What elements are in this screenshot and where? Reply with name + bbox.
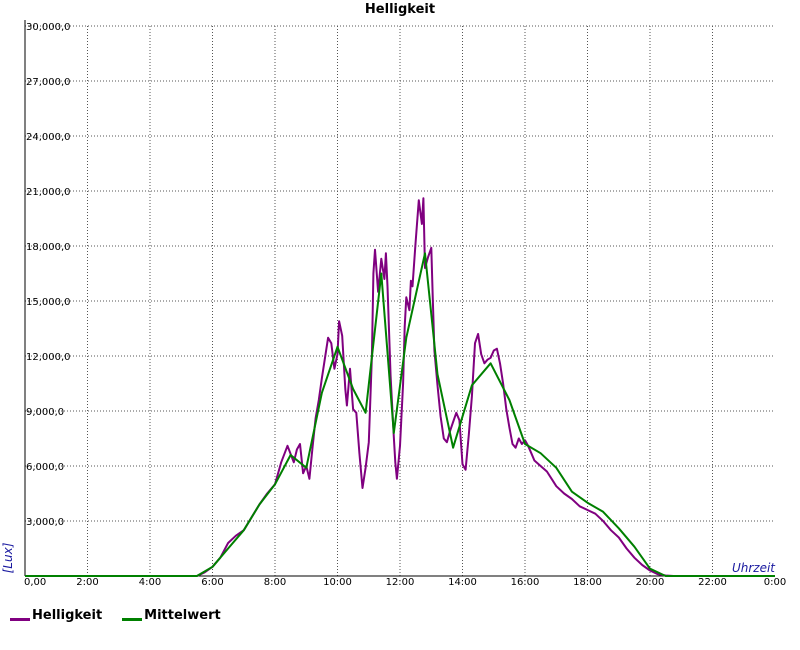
y-tick-label: 18,000,0 — [26, 242, 71, 253]
legend-swatch-mittelwert — [122, 618, 143, 621]
x-tick-label: 16:00 — [511, 577, 540, 588]
x-tick-label: 10:00 — [323, 577, 352, 588]
x-tick-label: 22:00 — [698, 577, 727, 588]
brightness-chart: Helligkeit 0,00 2:00 4:00 6:00 8:00 10:00 12:0… — [1, 2, 786, 588]
y-tick-label: 15,000,0 — [26, 297, 71, 308]
y-tick-label: 27,000,0 — [26, 77, 71, 88]
y-axis-label: [Lux] — [1, 542, 15, 573]
y-tick-label: 21,000,0 — [26, 187, 71, 198]
x-tick-label: 4:00 — [139, 577, 161, 588]
legend-item-helligkeit: Helligkeit — [10, 608, 102, 623]
x-tick-label: 6:00 — [201, 577, 223, 588]
legend-item-mittelwert: Mittelwert — [122, 608, 221, 623]
y-tick-label: 9,000,0 — [26, 407, 64, 418]
x-axis-label: Uhrzeit — [732, 561, 776, 575]
legend-label-helligkeit: Helligkeit — [32, 608, 103, 623]
chart-axes — [24, 20, 775, 577]
x-tick-label: 8:00 — [264, 577, 286, 588]
chart-legend: Helligkeit Mittelwert — [10, 608, 221, 623]
y-tick-label: 30,000,0 — [26, 22, 71, 33]
x-tick-label: 20:00 — [636, 577, 665, 588]
y-tick-label: 24,000,0 — [26, 132, 71, 143]
x-tick-label: 0,00 — [24, 577, 46, 588]
x-tick-label: 12:00 — [386, 577, 415, 588]
x-tick-label: 0:00 — [764, 577, 786, 588]
legend-swatch-helligkeit — [10, 618, 30, 621]
x-tick-label: 2:00 — [76, 577, 98, 588]
legend-label-mittelwert: Mittelwert — [144, 608, 221, 623]
y-tick-label: 12,000,0 — [26, 352, 71, 363]
x-axis-ticks: 0,00 2:00 4:00 6:00 8:00 10:00 12:00 14:00 16:00… — [24, 577, 786, 588]
x-tick-label: 14:00 — [448, 577, 477, 588]
chart-grid — [25, 25, 775, 576]
y-tick-label: 3,000,0 — [26, 517, 64, 528]
y-tick-label: 6,000,0 — [26, 462, 64, 473]
y-axis-ticks: 3,000,0 6,000,0 9,000,0 12,000,0 15,000,0 18,… — [26, 22, 71, 528]
x-tick-label: 18:00 — [573, 577, 602, 588]
chart-title: Helligkeit — [365, 2, 435, 17]
